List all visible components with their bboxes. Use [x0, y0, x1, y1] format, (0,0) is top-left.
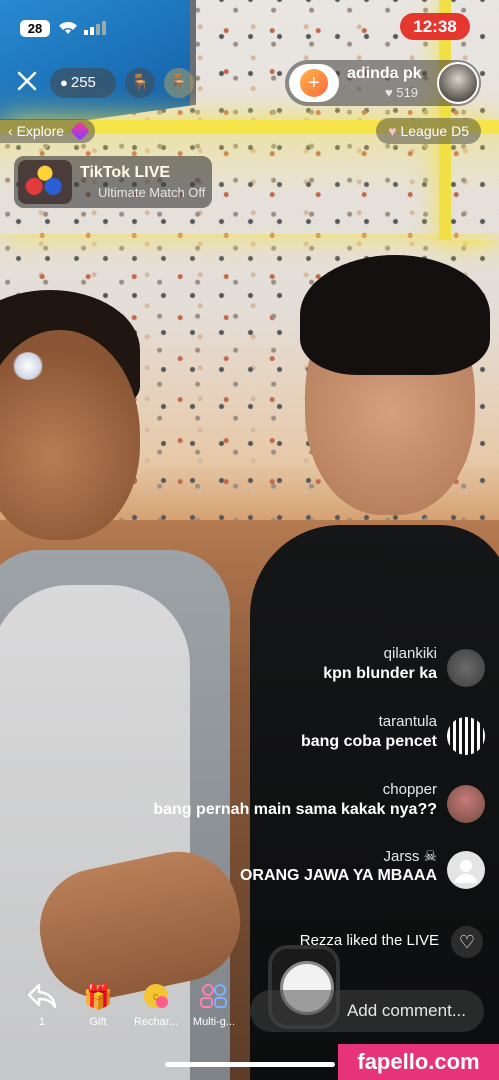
comment-avatar[interactable]	[447, 649, 485, 687]
share-icon	[26, 982, 58, 1014]
comment-text: bang pernah main sama kakak nya??	[153, 801, 437, 818]
recharge-button[interactable]: c Rechar...	[128, 982, 184, 1028]
like-notice-text: Rezza liked the LIVE	[299, 932, 439, 949]
host-likes: ♥ 519	[385, 85, 419, 100]
person-icon: ●	[60, 75, 68, 90]
share-button[interactable]: 1	[14, 982, 70, 1028]
comment-username: chopper	[382, 781, 437, 798]
close-icon	[17, 71, 37, 91]
comment-avatar[interactable]	[447, 717, 485, 755]
league-label: League D5	[400, 123, 469, 139]
pirate-flag-icon: ☠	[423, 848, 437, 865]
gift-icon: 🎁	[83, 984, 113, 1011]
live-top-bar: ● 255 🪑 🪑 + adinda pk ♥ 519	[0, 54, 499, 114]
comment-username: tarantula	[378, 713, 437, 730]
event-banner[interactable]: TikTok LIVE Ultimate Match Off	[14, 156, 212, 208]
comment-username: qilankiki	[383, 645, 437, 662]
streamer-left	[0, 290, 260, 1080]
gift-label: Gift	[89, 1016, 107, 1028]
multi-guest-icon	[198, 982, 230, 1014]
heart-outline-icon: ♡	[451, 926, 483, 958]
recharge-icon: c	[140, 982, 172, 1014]
like-notification: Rezza liked the LIVE ♡	[185, 922, 485, 962]
close-button[interactable]	[12, 68, 42, 98]
comment-avatar[interactable]	[447, 851, 485, 889]
host-profile-card[interactable]: + adinda pk ♥ 519	[285, 60, 481, 106]
comment-avatar[interactable]	[447, 785, 485, 823]
watermark: fapello.com	[338, 1044, 499, 1080]
viewer-count-button[interactable]: ● 255	[50, 68, 116, 98]
battery-icon: 28	[20, 20, 50, 37]
chevron-left-icon: ‹	[8, 123, 13, 139]
sparkle-effect	[12, 352, 44, 380]
league-badge[interactable]: ♥ League D5	[376, 118, 481, 144]
home-indicator[interactable]	[165, 1062, 335, 1067]
cellular-signal-icon	[84, 21, 106, 38]
follow-plus-icon: +	[300, 69, 328, 97]
follow-button[interactable]: +	[289, 64, 339, 102]
share-count: 1	[38, 1016, 46, 1028]
chair-icon[interactable]: 🪑	[125, 68, 155, 98]
comment-input[interactable]: Add comment...	[250, 990, 484, 1032]
event-title: TikTok LIVE	[80, 164, 171, 181]
heart-icon: ♥	[385, 85, 393, 100]
match-event-icon	[18, 160, 72, 204]
multi-guest-label: Multi-g...	[192, 1016, 236, 1028]
gold-chair-icon[interactable]: 🪑	[164, 68, 194, 98]
host-name: adinda pk	[347, 65, 422, 82]
svg-text:c: c	[153, 991, 159, 1003]
recharge-label: Rechar...	[133, 1016, 179, 1028]
explore-button[interactable]: ‹ Explore	[0, 119, 95, 143]
league-heart-icon: ♥	[388, 123, 397, 139]
comment-text: ORANG JAWA YA MBAAA	[239, 867, 437, 884]
default-avatar-icon	[455, 860, 477, 883]
comment-username: Jarss ☠	[383, 848, 437, 865]
event-subtitle: Ultimate Match Off	[98, 185, 206, 200]
status-bar: 28 12:38	[0, 0, 499, 54]
explore-gem-icon	[70, 121, 90, 141]
explore-label: Explore	[16, 123, 65, 139]
host-avatar[interactable]	[437, 62, 479, 104]
multi-guest-button[interactable]: Multi-g...	[186, 982, 242, 1028]
status-time: 12:38	[400, 13, 470, 40]
bottom-action-bar: 1 🎁 Gift c Rechar... Multi-g... Add comm…	[0, 982, 499, 1044]
gift-button[interactable]: 🎁 Gift	[70, 982, 126, 1028]
comment-text: bang coba pencet	[300, 733, 437, 750]
viewer-count: 255	[70, 74, 96, 91]
wifi-icon	[58, 19, 78, 40]
comment-text: kpn blunder ka	[323, 665, 437, 682]
